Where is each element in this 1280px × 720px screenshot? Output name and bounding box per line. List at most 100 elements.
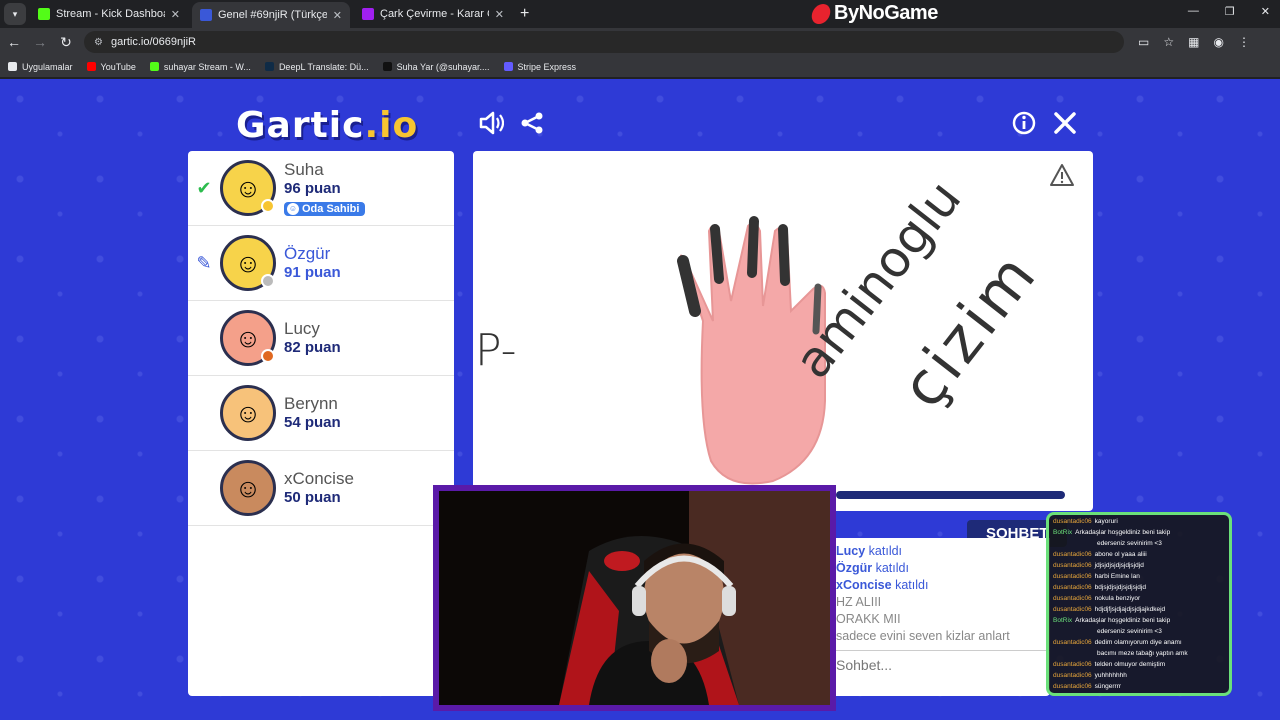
player-avatar[interactable]: ☺: [220, 385, 276, 441]
stream-chat-msg: Arkadaşlar hoşgeldiniz beni takip: [1075, 617, 1171, 624]
site-info-icon[interactable]: ⚙: [94, 37, 103, 48]
tab-bar: ▾ Stream - Kick Dashboard✕Genel #69njiR …: [0, 0, 1280, 28]
stream-chat-msg: abone ol yaaa aliii: [1094, 551, 1147, 558]
bookmark-item[interactable]: Suha Yar (@suhayar....: [382, 61, 490, 72]
info-icon[interactable]: [1010, 109, 1038, 137]
sound-icon[interactable]: [477, 109, 505, 137]
chat-message: ORAKK MII: [836, 612, 1050, 629]
player-score: 54 puan: [284, 414, 341, 431]
bynogame-logo: ByNoGame: [809, 2, 938, 25]
restore-icon[interactable]: ❐: [1225, 5, 1235, 18]
cast-icon[interactable]: ▭: [1138, 35, 1149, 49]
player-row: ✔ ☺ Suha 96 puan ☺ Oda Sahibi: [188, 151, 454, 226]
tab-close-icon[interactable]: ✕: [495, 8, 504, 21]
chat-username: xConcise: [836, 578, 892, 592]
tab-title: Genel #69njiR (Türkçe) - Gartic.io: [218, 9, 327, 21]
stream-chat-user: dusantadic06: [1053, 573, 1092, 580]
browser-tab[interactable]: Genel #69njiR (Türkçe) - Gartic.io ✕: [192, 2, 350, 28]
stream-chat-user: dusantadic06: [1053, 661, 1092, 668]
chat-message: sadece evini seven kizlar anlart: [836, 629, 1050, 646]
tab-favicon-icon: [200, 9, 212, 21]
stream-chat-line: dusantadic06 harbi Emine lan: [1053, 571, 1225, 582]
report-warning-icon[interactable]: [1049, 163, 1075, 187]
stream-chat-user: dusantadic06: [1053, 672, 1092, 679]
bookmark-label: Suha Yar (@suhayar....: [396, 61, 490, 72]
back-icon[interactable]: ←: [2, 34, 26, 50]
drawing-canvas[interactable]: P- aminoglu çizim: [473, 151, 1093, 511]
bookmark-label: Uygulamalar: [22, 61, 73, 72]
close-window-icon[interactable]: ✕: [1261, 5, 1270, 18]
pencil-icon: ✎: [196, 252, 212, 273]
bookmark-item[interactable]: Uygulamalar: [8, 62, 73, 72]
player-row: ☺ Berynn 54 puan: [188, 376, 454, 451]
bookmark-item[interactable]: YouTube: [86, 62, 136, 72]
avatar-face-icon: ☺: [234, 247, 262, 278]
tab-close-icon[interactable]: ✕: [171, 8, 180, 21]
webcam-video: [439, 491, 830, 705]
bookmark-icon: [264, 62, 274, 71]
new-tab-button[interactable]: +: [520, 5, 529, 23]
close-icon[interactable]: [1051, 109, 1079, 137]
bookmark-star-icon[interactable]: ☆: [1163, 35, 1174, 49]
browser-tab[interactable]: Çark Çevirme - Karar Çarkı ✕: [354, 2, 512, 26]
bookmarks-bar: Uygulamalar YouTube suhayar Stream - W... D…: [0, 56, 1280, 78]
stream-chat-user: dusantadic06: [1053, 639, 1092, 646]
tab-search-button[interactable]: ▾: [4, 3, 26, 25]
stream-chat-line: dusantadic06 bdjsjdjsjdjsjdjsjdjd: [1053, 582, 1225, 593]
webcam-overlay: [433, 485, 836, 711]
stream-chat-user: dusantadic06: [1053, 518, 1092, 525]
stream-chat-user: BotRix: [1053, 529, 1073, 536]
bookmark-label: Stripe Express: [517, 61, 577, 72]
bookmark-item[interactable]: suhayar Stream - W...: [149, 62, 251, 72]
chat-input[interactable]: Sohbet...: [836, 650, 1050, 680]
forward-icon[interactable]: →: [28, 34, 52, 50]
minimize-icon[interactable]: —: [1188, 5, 1199, 18]
share-icon[interactable]: [518, 109, 546, 137]
player-avatar[interactable]: ☺: [220, 160, 276, 216]
reload-icon[interactable]: ↻: [54, 34, 78, 51]
player-score: 50 puan: [284, 489, 341, 506]
player-status-dot: [261, 349, 275, 363]
gartic-page: Gartic.io ✔ ☺ Suha 96 puan ☺ Oda Sahibi ✎ ☺ Özgü…: [0, 79, 1280, 720]
avatar-face-icon: ☺: [234, 397, 262, 428]
player-name: Lucy: [284, 319, 320, 338]
stream-chat-user: dusantadic06: [1053, 551, 1092, 558]
stream-chat-msg: dedim olamıyorum diye anamı: [1094, 639, 1182, 646]
player-avatar[interactable]: ☺: [220, 460, 276, 516]
player-avatar[interactable]: ☺: [220, 235, 276, 291]
player-score: 96 puan: [284, 180, 341, 197]
owner-icon: ☺: [287, 202, 299, 215]
extensions-icon[interactable]: ▦: [1188, 35, 1199, 49]
gartic-logo: Gartic.io: [236, 105, 419, 146]
menu-icon[interactable]: ⋮: [1238, 35, 1250, 49]
chat-message: Özgür katıldı: [836, 561, 1050, 578]
profile-icon[interactable]: ◉: [1213, 35, 1223, 49]
stream-chat-msg: bdjsjdjsjdjsjdjsjdjd: [1094, 584, 1146, 591]
stream-chat-line: bacımı meze tabağı yaptın amk: [1053, 648, 1225, 659]
stream-chat-msg: nokula benziyor: [1094, 595, 1141, 602]
avatar-face-icon: ☺: [234, 322, 262, 353]
chat-text: katıldı: [895, 578, 929, 592]
player-name: Berynn: [284, 394, 338, 413]
chat-text: sadece evini seven kizlar anlart: [836, 629, 1010, 643]
room-owner-badge: ☺ Oda Sahibi: [284, 201, 366, 216]
stream-chat-line: dusantadic06 yuhhhhhhh: [1053, 670, 1225, 681]
stream-chat-msg: harbi Emine lan: [1094, 573, 1140, 580]
stream-chat-msg: Arkadaşlar hoşgeldiniz beni takip: [1075, 529, 1171, 536]
player-score: 91 puan: [284, 264, 341, 281]
url-field[interactable]: ⚙ gartic.io/0669njiR: [84, 31, 1124, 53]
bookmark-item[interactable]: Stripe Express: [503, 61, 577, 72]
stream-chat-msg: telden olmuyor demiştim: [1094, 661, 1166, 668]
player-score: 82 puan: [284, 339, 341, 356]
canvas-text-left: P-: [475, 325, 517, 376]
stream-chat-overlay: dusantadic06 kayoruri BotRix Arkadaşlar hoş…: [1046, 512, 1232, 696]
avatar-face-icon: ☺: [234, 172, 262, 203]
chat-messages: Lucy katıldı Özgür katıldı xConcise katıld…: [836, 538, 1050, 646]
tab-close-icon[interactable]: ✕: [333, 9, 342, 22]
player-avatar[interactable]: ☺: [220, 310, 276, 366]
player-status-dot: [261, 274, 275, 288]
stream-chat-line: ederseniz sevinirim <3: [1053, 626, 1225, 637]
browser-tab[interactable]: Stream - Kick Dashboard ✕: [30, 2, 188, 26]
bookmark-icon: [503, 62, 513, 71]
bookmark-item[interactable]: DeepL Translate: Dü...: [264, 62, 369, 72]
